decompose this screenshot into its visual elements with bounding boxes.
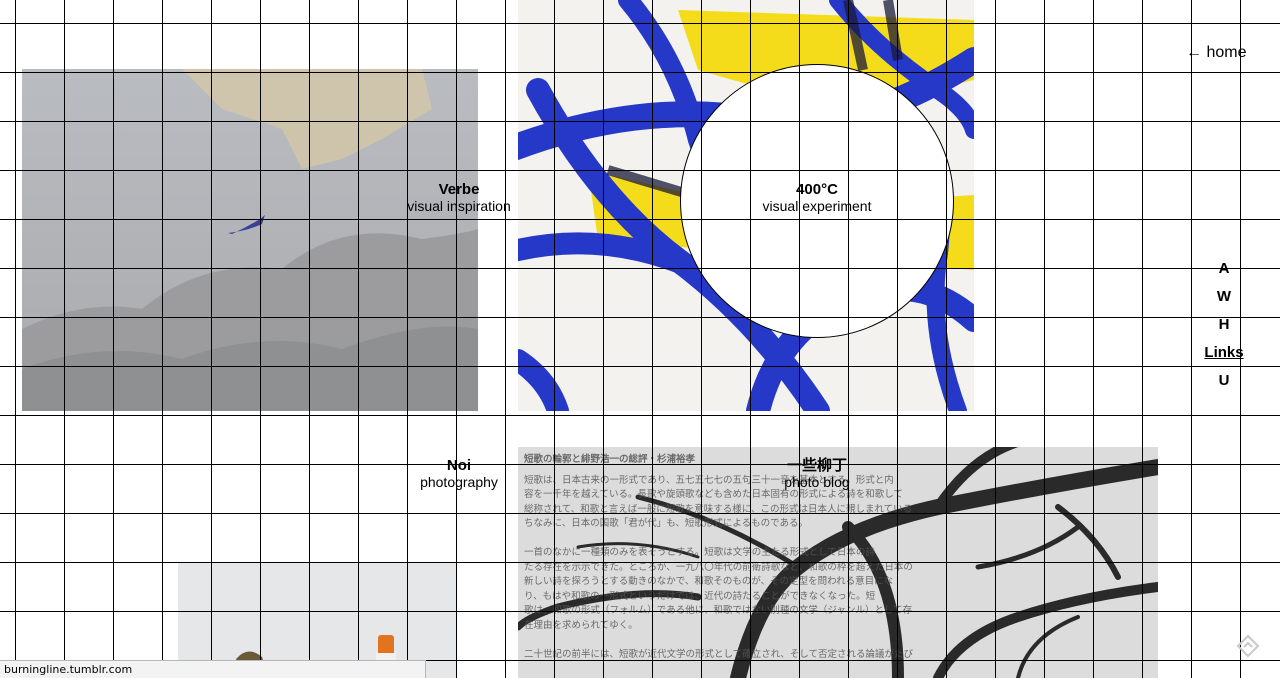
- scan-line: 在理由を求められてゆく。: [524, 619, 638, 631]
- tile-verbe-image[interactable]: [22, 69, 478, 411]
- scan-text-block: 短歌の輪郭と緋野浩一の総評・杉浦裕孝 短歌は、日本古来の一形式であり、五七五七七…: [524, 453, 954, 662]
- scan-line: 新しい詩を探ろうとする動きのなかで、和歌そのものが、その定型を問われる意目にな: [524, 576, 894, 587]
- scan-line: [524, 532, 954, 547]
- scan-line: ちなみに、日本の国歌「君が代」も、短歌形式によるものである。: [524, 518, 809, 529]
- scan-line: 歌は、和歌の形式（フォルム）である他に、和歌ではない別種の文学（ジャンル）として…: [524, 605, 913, 616]
- tile-subtitle: photography: [420, 474, 498, 490]
- sky-photo: [22, 69, 478, 411]
- status-bar-url: burningline.tumblr.com: [0, 660, 426, 678]
- page: 短歌の輪郭と緋野浩一の総評・杉浦裕孝 短歌は、日本古来の一形式であり、五七五七七…: [0, 0, 1280, 678]
- tile-subtitle: visual experiment: [762, 198, 872, 214]
- scan-line: 二十世紀の前半には、短歌が近代文学の形式として確立され、そして否定される論議がた…: [524, 648, 914, 660]
- side-nav: A W H Links U: [1196, 260, 1252, 400]
- scan-line: 容を一千年を越えている。長歌や旋頭歌なども含めた日本固有の形式による詩を和歌して: [524, 489, 903, 500]
- tile-label-noi[interactable]: Noi photography: [408, 457, 510, 491]
- scan-line: 短歌は、日本古来の一形式であり、五七五七七の五句三十一音を基本とする。形式と内: [524, 474, 894, 486]
- nav-item-links[interactable]: Links: [1196, 344, 1252, 372]
- scan-line: り、もはや和歌の一形式というだけでは、近代の詩たることができなくなった。短: [524, 590, 876, 602]
- tile-title: Verbe: [438, 181, 480, 198]
- tile-label-verbe[interactable]: Verbe visual inspiration: [398, 181, 520, 215]
- tile-title: 一些柳丁: [786, 456, 847, 474]
- tile-label-photo-blog[interactable]: 一些柳丁 photo blog: [766, 457, 868, 491]
- nav-item-a[interactable]: A: [1196, 260, 1252, 288]
- scan-line: 総称されて、和歌と言えば一般に短歌を意味する様に、この形式は日本人に親しまれてい…: [524, 503, 913, 515]
- scan-line: 一首のなかに一種類のみを表そうとする。短歌は文学の主たる形式として日本の詩: [524, 547, 875, 558]
- scan-line: たる存在を示示できた。ところが、一九八〇年代の前衛詩歌など、和歌の枠を超えた日本…: [524, 561, 913, 573]
- nav-item-w[interactable]: W: [1196, 288, 1252, 316]
- nav-item-u[interactable]: U: [1196, 372, 1252, 400]
- nav-item-h[interactable]: H: [1196, 316, 1252, 344]
- scan-heading: 短歌の輪郭と緋野浩一の総評・杉浦裕孝: [524, 454, 696, 465]
- home-link[interactable]: ← home: [1186, 44, 1246, 62]
- tile-subtitle: visual inspiration: [407, 198, 511, 214]
- tile-title: 400°C: [796, 181, 838, 198]
- tile-title: Noi: [446, 457, 472, 474]
- tile-subtitle: photo blog: [784, 474, 850, 490]
- scan-line: [524, 633, 954, 648]
- tile-label-400c[interactable]: 400°C visual experiment: [740, 181, 894, 215]
- tumblr-controls-icon[interactable]: [1236, 634, 1260, 658]
